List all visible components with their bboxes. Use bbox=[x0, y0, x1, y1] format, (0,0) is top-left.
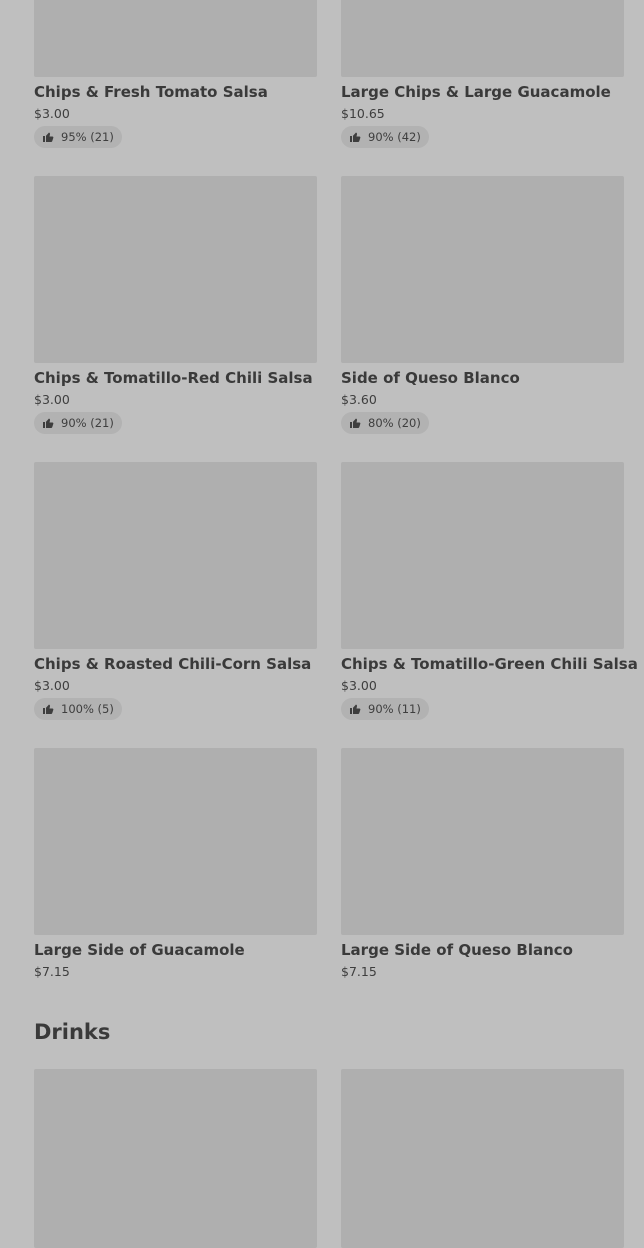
menu-item-title[interactable]: Side of Queso Blanco bbox=[341, 369, 624, 387]
menu-item-image[interactable] bbox=[34, 462, 317, 649]
menu-item-price: $3.00 bbox=[34, 392, 70, 407]
menu-item-card[interactable]: Side of Queso Blanco $3.60 80% (20) bbox=[341, 176, 624, 462]
menu-item-card[interactable]: Large Chips & Large Guacamole $10.65 90%… bbox=[341, 0, 624, 176]
menu-item-card[interactable]: Chips & Roasted Chili-Corn Salsa $3.00 1… bbox=[34, 462, 317, 748]
drinks-grid bbox=[34, 1069, 624, 1248]
menu-item-rating: 100% (5) bbox=[34, 698, 122, 720]
section-title-drinks: Drinks bbox=[34, 1020, 111, 1044]
menu-item-rating-text: 80% (20) bbox=[368, 416, 421, 430]
menu-item-image[interactable] bbox=[341, 748, 624, 935]
menu-item-title[interactable]: Chips & Tomatillo-Green Chili Salsa bbox=[341, 655, 638, 673]
menu-item-image[interactable] bbox=[34, 1069, 317, 1248]
menu-item-card[interactable]: Large Side of Guacamole $7.15 bbox=[34, 748, 317, 1034]
menu-item-card[interactable] bbox=[341, 1069, 624, 1248]
menu-item-price: $3.00 bbox=[341, 678, 377, 693]
thumbs-up-icon bbox=[350, 132, 361, 142]
menu-item-image[interactable] bbox=[341, 462, 624, 649]
menu-item-title[interactable]: Chips & Roasted Chili-Corn Salsa bbox=[34, 655, 317, 673]
thumbs-up-icon bbox=[43, 418, 54, 428]
menu-item-rating: 95% (21) bbox=[34, 126, 122, 148]
menu-item-price: $7.15 bbox=[34, 964, 70, 979]
thumbs-up-icon bbox=[43, 132, 54, 142]
menu-item-image[interactable] bbox=[34, 0, 317, 77]
menu-item-rating-text: 90% (21) bbox=[61, 416, 114, 430]
menu-item-image[interactable] bbox=[341, 0, 624, 77]
menu-item-rating: 90% (11) bbox=[341, 698, 429, 720]
menu-item-rating: 80% (20) bbox=[341, 412, 429, 434]
menu-item-card[interactable] bbox=[34, 1069, 317, 1248]
thumbs-up-icon bbox=[43, 704, 54, 714]
menu-item-card[interactable]: Chips & Tomatillo-Red Chili Salsa $3.00 … bbox=[34, 176, 317, 462]
menu-item-image[interactable] bbox=[34, 748, 317, 935]
menu-item-rating-text: 90% (42) bbox=[368, 130, 421, 144]
menu-item-image[interactable] bbox=[341, 176, 624, 363]
thumbs-up-icon bbox=[350, 418, 361, 428]
menu-item-rating-text: 95% (21) bbox=[61, 130, 114, 144]
menu-item-title[interactable]: Large Side of Queso Blanco bbox=[341, 941, 624, 959]
menu-item-rating-text: 100% (5) bbox=[61, 702, 114, 716]
thumbs-up-icon bbox=[350, 704, 361, 714]
menu-item-price: $3.00 bbox=[34, 678, 70, 693]
menu-item-price: $10.65 bbox=[341, 106, 385, 121]
menu-item-image[interactable] bbox=[34, 176, 317, 363]
menu-item-price: $7.15 bbox=[341, 964, 377, 979]
menu-item-title[interactable]: Large Side of Guacamole bbox=[34, 941, 317, 959]
menu-item-price: $3.60 bbox=[341, 392, 377, 407]
menu-item-card[interactable]: Large Side of Queso Blanco $7.15 bbox=[341, 748, 624, 1034]
menu-item-rating-text: 90% (11) bbox=[368, 702, 421, 716]
menu-grid: Chips & Fresh Tomato Salsa $3.00 95% (21… bbox=[34, 0, 638, 1034]
menu-item-price: $3.00 bbox=[34, 106, 70, 121]
menu-item-card[interactable]: Chips & Tomatillo-Green Chili Salsa $3.0… bbox=[341, 462, 638, 748]
menu-item-card[interactable]: Chips & Fresh Tomato Salsa $3.00 95% (21… bbox=[34, 0, 317, 176]
menu-item-rating: 90% (42) bbox=[341, 126, 429, 148]
menu-item-title[interactable]: Chips & Fresh Tomato Salsa bbox=[34, 83, 317, 101]
menu-item-rating: 90% (21) bbox=[34, 412, 122, 434]
menu-item-title[interactable]: Chips & Tomatillo-Red Chili Salsa bbox=[34, 369, 317, 387]
menu-item-image[interactable] bbox=[341, 1069, 624, 1248]
menu-item-title[interactable]: Large Chips & Large Guacamole bbox=[341, 83, 624, 101]
